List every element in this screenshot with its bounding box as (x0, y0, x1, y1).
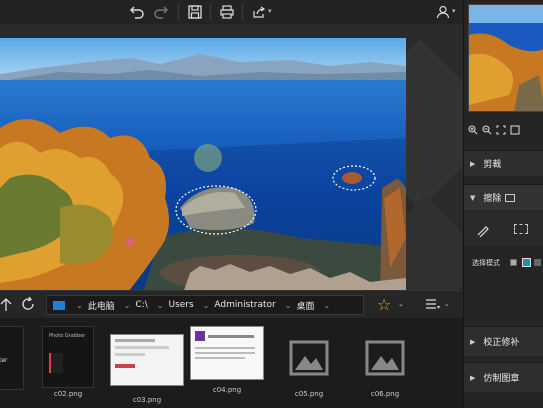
thumbnail-item[interactable]: c03.png (110, 326, 184, 404)
thumbnail-item[interactable]: c04.png (190, 326, 264, 394)
breadcrumb-segment[interactable]: Administrator (214, 300, 279, 310)
thumbnail-caption: c06.png (370, 390, 400, 398)
chevron-down-icon[interactable]: ⌄ (124, 301, 131, 310)
photo-canvas[interactable] (0, 38, 406, 290)
zoom-out-icon[interactable] (482, 120, 492, 135)
computer-icon (53, 300, 65, 310)
save-icon[interactable] (184, 1, 206, 23)
section-spot-repair[interactable]: ▶ 校正修补 (464, 326, 543, 356)
section-crop[interactable]: ▶ 剪裁 (464, 150, 543, 176)
thumbnail-caption: c04.png (212, 386, 242, 394)
thumbnail-strip: ter Photo Grabber c02.png c03.png c04.pn… (0, 318, 463, 408)
chevron-down-icon[interactable]: ⌄ (157, 301, 164, 310)
image-canvas-area[interactable] (0, 24, 463, 290)
thumbnail-item[interactable]: Photo Grabber c02.png (42, 326, 94, 398)
eraser-icon (505, 193, 516, 202)
share-dropdown-chevron-icon[interactable]: ▾ (268, 7, 272, 15)
right-tools-panel: ▶ 剪裁 ▼ 擦除 选择模式 ▶ 校正修补 ▶ 仿制图章 (463, 0, 543, 408)
section-label: 校正修补 (483, 338, 520, 348)
select-mode-label: 选择模式 (472, 259, 500, 267)
user-dropdown-chevron-icon[interactable]: ▾ (452, 7, 456, 15)
thumbnail-caption: c03.png (132, 396, 162, 404)
share-icon[interactable] (248, 1, 270, 23)
favorite-dropdown-chevron-icon[interactable]: ⌄ (398, 300, 404, 308)
brush-icon[interactable] (476, 222, 490, 238)
folder-navigation-bar: ⌄ 此电脑 ⌄ C:\ ⌄ Users ⌄ Administrator ⌄ 桌面… (0, 290, 463, 318)
thumbnail-caption: c02.png (53, 390, 83, 398)
rectangle-select-icon[interactable] (514, 224, 528, 234)
chevron-down-icon[interactable]: ⌄ (285, 301, 292, 310)
breadcrumb-segment[interactable]: Users (168, 300, 197, 310)
section-label: 剪裁 (483, 160, 502, 170)
undo-icon[interactable] (126, 1, 148, 23)
thumbnail-item[interactable]: ter (0, 326, 24, 390)
thumbnail-item[interactable]: c05.png (272, 326, 346, 398)
breadcrumb-segment[interactable]: C:\ (135, 300, 151, 310)
thumbnail-item[interactable]: c06.png (348, 326, 422, 398)
chevron-down-icon[interactable]: ⌄ (323, 301, 330, 310)
collapse-arrow-icon: ▼ (470, 193, 476, 202)
erase-tool-options (464, 212, 543, 246)
section-label: 擦除 (483, 194, 502, 204)
chevron-down-icon[interactable]: ⌄ (203, 301, 210, 310)
image-placeholder-icon (348, 332, 422, 384)
thumbnail-caption: c05.png (294, 390, 324, 398)
expand-arrow-icon: ▶ (470, 337, 476, 346)
chevron-down-icon[interactable]: ⌄ (76, 301, 83, 310)
mode-new-icon[interactable] (510, 259, 517, 266)
print-icon[interactable] (216, 1, 238, 23)
sort-list-icon[interactable] (424, 297, 440, 313)
fit-to-screen-icon[interactable] (496, 120, 506, 135)
star-favorite-icon[interactable]: ☆ (374, 295, 394, 315)
navigator-preview[interactable] (468, 4, 543, 112)
expand-arrow-icon: ▶ (470, 159, 476, 168)
redo-icon[interactable] (150, 1, 172, 23)
sort-dropdown-chevron-icon[interactable]: ⌄ (444, 300, 450, 308)
mode-subtract-icon[interactable] (534, 259, 541, 266)
user-icon[interactable] (432, 1, 454, 23)
up-arrow-icon[interactable] (0, 297, 12, 313)
breadcrumb-segment[interactable]: 此电脑 (88, 299, 119, 312)
section-label: 仿制图章 (483, 374, 520, 384)
refresh-icon[interactable] (20, 296, 36, 312)
expand-arrow-icon: ▶ (470, 373, 476, 382)
mode-add-icon[interactable] (522, 258, 531, 267)
top-toolbar: ▾ ▾ (0, 0, 463, 24)
zoom-in-icon[interactable] (468, 120, 478, 135)
section-clone-stamp[interactable]: ▶ 仿制图章 (464, 362, 543, 392)
path-breadcrumb[interactable]: ⌄ 此电脑 ⌄ C:\ ⌄ Users ⌄ Administrator ⌄ 桌面… (46, 295, 364, 315)
actual-size-icon[interactable] (510, 120, 520, 135)
section-erase[interactable]: ▼ 擦除 (464, 184, 543, 210)
breadcrumb-segment[interactable]: 桌面 (296, 299, 318, 312)
image-placeholder-icon (272, 332, 346, 384)
